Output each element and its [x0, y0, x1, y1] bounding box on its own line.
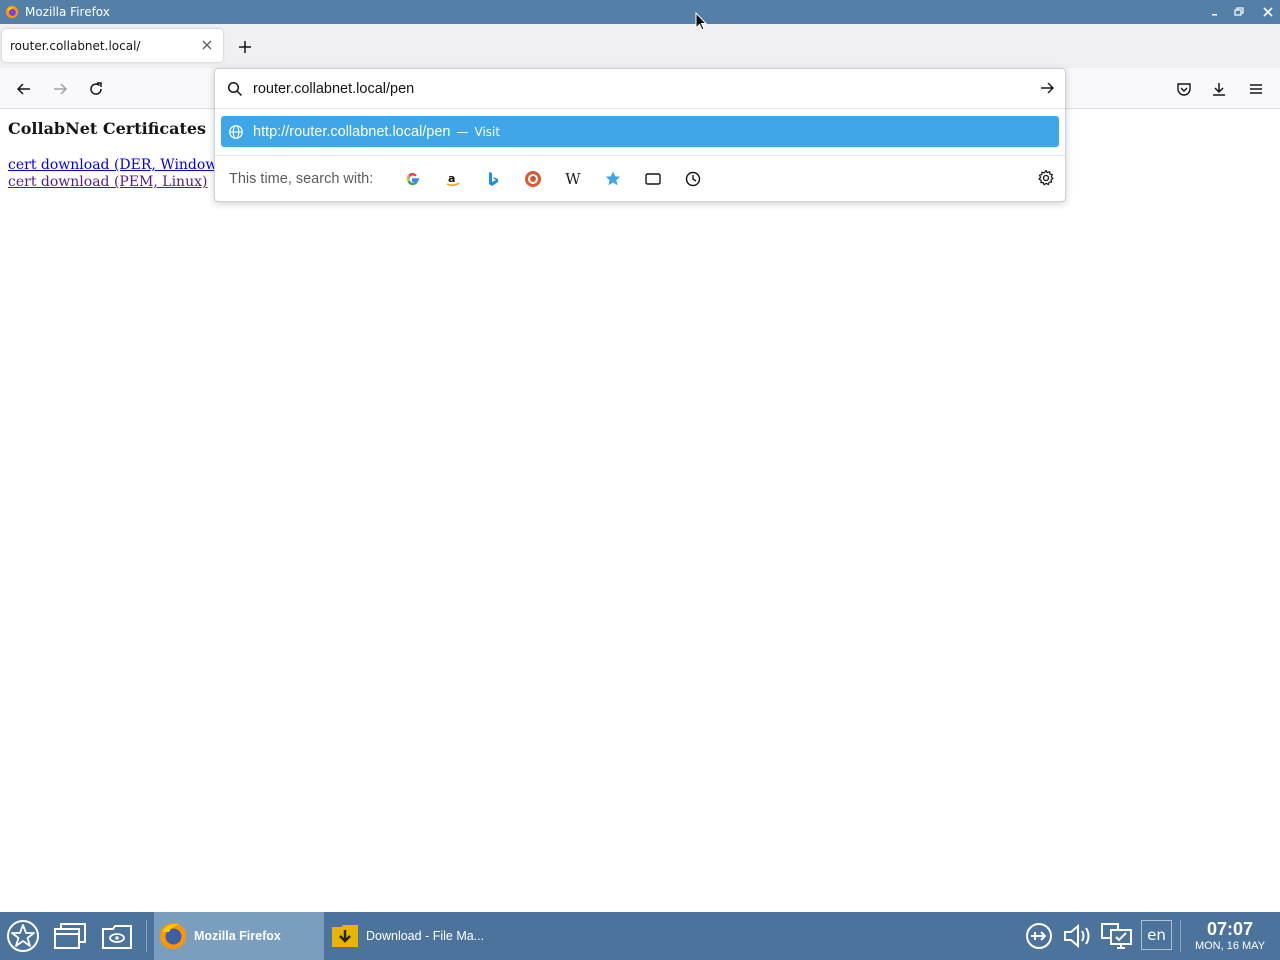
- cert-link-pem[interactable]: cert download (PEM, Linux): [8, 174, 230, 191]
- start-menu-icon: [7, 920, 39, 952]
- taskbar-separator: [1180, 920, 1181, 952]
- tab-close-button[interactable]: [199, 37, 215, 53]
- tabs-icon[interactable]: [642, 168, 664, 190]
- reload-button[interactable]: [83, 76, 109, 102]
- start-menu-button[interactable]: [3, 916, 43, 956]
- search-settings-button[interactable]: [1037, 169, 1055, 191]
- keyboard-layout-indicator[interactable]: en: [1141, 920, 1172, 950]
- minimize-icon: [1212, 14, 1217, 16]
- firefox-logo-icon: [5, 5, 19, 19]
- suggestion-separator: —: [456, 124, 469, 139]
- hamburger-menu-icon: [1250, 84, 1262, 94]
- folder-eye-icon: [102, 925, 132, 949]
- url-input[interactable]: [253, 79, 1023, 99]
- back-button[interactable]: [11, 76, 37, 102]
- cert-links: cert download (DER, Windows) cert downlo…: [8, 157, 230, 191]
- globe-icon: [228, 124, 244, 140]
- google-icon[interactable]: [402, 168, 424, 190]
- search-with-label: This time, search with:: [229, 170, 374, 187]
- volume-icon: [1064, 923, 1090, 949]
- window-title: Mozilla Firefox: [25, 5, 110, 19]
- task-file-manager[interactable]: Download - File Ma...: [326, 912, 498, 960]
- wikipedia-icon[interactable]: W: [562, 168, 584, 190]
- page-content: CollabNet Certificates cert download (DE…: [0, 109, 1280, 912]
- tab-strip: router.collabnet.local/: [0, 24, 1280, 68]
- new-tab-button[interactable]: [232, 34, 258, 60]
- close-window-button[interactable]: [1256, 0, 1280, 24]
- mouse-cursor-icon: [695, 12, 707, 31]
- clock-time: 07:07: [1206, 919, 1254, 939]
- download-icon: [1213, 83, 1225, 96]
- gear-icon: [1038, 169, 1054, 186]
- forward-button[interactable]: [47, 76, 73, 102]
- search-with-row: This time, search with: a W: [215, 155, 1065, 201]
- plus-icon: [239, 41, 251, 53]
- reload-icon: [90, 82, 102, 95]
- restore-icon: [1234, 7, 1244, 16]
- screenshot-button[interactable]: [97, 916, 137, 956]
- firefox-icon: [160, 923, 186, 949]
- page-heading: CollabNet Certificates: [8, 119, 207, 138]
- taskbar-separator: [146, 920, 147, 952]
- taskbar: Mozilla Firefox Download - File Ma... en…: [0, 912, 1280, 960]
- url-suggestion-row[interactable]: http://router.collabnet.local/pen — Visi…: [221, 116, 1059, 147]
- duckduckgo-icon[interactable]: [522, 168, 544, 190]
- go-arrow-icon[interactable]: [1039, 80, 1055, 96]
- search-icon: [227, 81, 243, 97]
- close-icon: [1263, 7, 1273, 17]
- pocket-button[interactable]: [1171, 76, 1197, 102]
- cert-link-der[interactable]: cert download (DER, Windows): [8, 157, 230, 174]
- clock-date: MON, 16 MAY: [1194, 940, 1266, 952]
- history-icon[interactable]: [682, 168, 704, 190]
- app-menu-button[interactable]: [1243, 76, 1269, 102]
- show-desktop-button[interactable]: [50, 916, 90, 956]
- downloads-button[interactable]: [1206, 76, 1232, 102]
- task-firefox[interactable]: Mozilla Firefox: [154, 912, 324, 960]
- forward-arrow-icon: [54, 83, 68, 95]
- suggestion-url: http://router.collabnet.local/pen: [253, 123, 451, 140]
- bookmarks-icon[interactable]: [602, 168, 624, 190]
- display-tray-button[interactable]: [1097, 916, 1137, 956]
- windows-icon: [54, 923, 86, 949]
- svg-text:a: a: [448, 172, 455, 185]
- suggestion-action: Visit: [474, 124, 501, 139]
- back-arrow-icon: [16, 83, 30, 95]
- close-icon: [202, 40, 212, 50]
- task-label: Mozilla Firefox: [194, 929, 281, 943]
- download-folder-icon: [332, 925, 358, 947]
- tab-router[interactable]: router.collabnet.local/: [2, 29, 223, 62]
- urlbar-dropdown: http://router.collabnet.local/pen — Visi…: [214, 68, 1066, 202]
- task-label: Download - File Ma...: [366, 929, 485, 943]
- network-tray-button[interactable]: [1019, 916, 1059, 956]
- network-icon: [1026, 923, 1052, 949]
- display-icon: [1101, 923, 1132, 949]
- pocket-icon: [1177, 83, 1191, 96]
- minimize-button[interactable]: [1202, 0, 1226, 24]
- amazon-icon[interactable]: a: [442, 168, 464, 190]
- window-titlebar: Mozilla Firefox: [0, 0, 1280, 24]
- clock[interactable]: 07:07 MON, 16 MAY: [1182, 912, 1278, 960]
- tab-title: router.collabnet.local/: [10, 38, 141, 53]
- urlbar: [215, 69, 1065, 109]
- volume-tray-button[interactable]: [1058, 916, 1098, 956]
- restore-button[interactable]: [1227, 0, 1251, 24]
- bing-icon[interactable]: [482, 168, 504, 190]
